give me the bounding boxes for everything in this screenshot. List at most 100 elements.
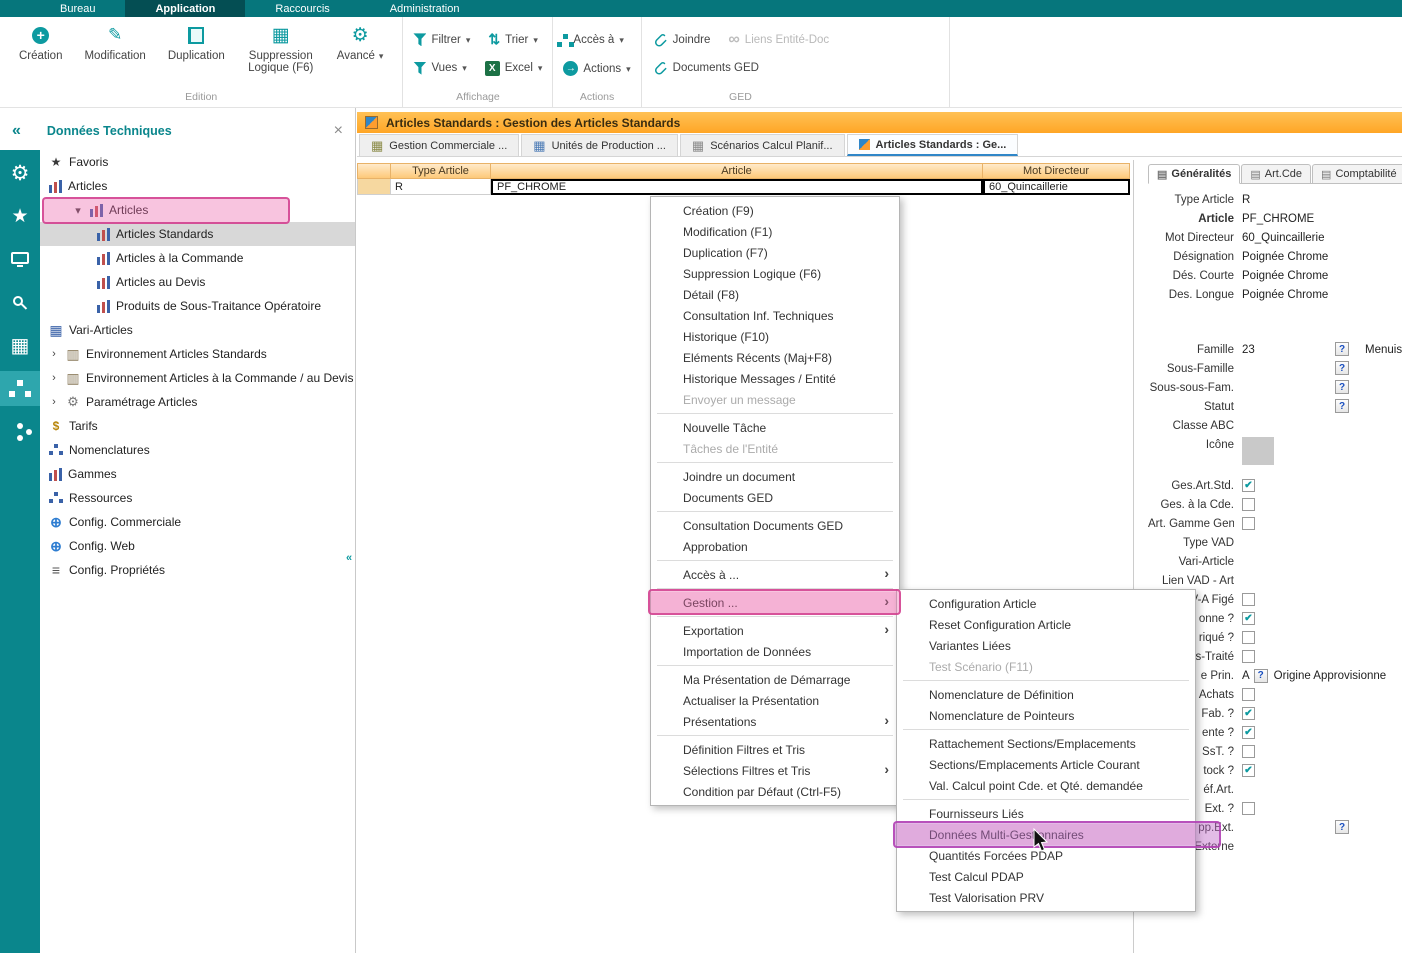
tree-item[interactable]: Vari-Articles: [40, 318, 355, 342]
row-selector-cell[interactable]: [357, 179, 391, 195]
menu-item[interactable]: Importation de Données: [651, 641, 899, 662]
rail-button[interactable]: [0, 199, 40, 234]
top-menu-tab[interactable]: Administration: [360, 0, 490, 17]
field-value[interactable]: Poignée Chrome: [1242, 251, 1328, 263]
duplication-button[interactable]: Duplication: [159, 19, 234, 88]
submenu-item[interactable]: Configuration Article: [897, 593, 1195, 614]
menu-item[interactable]: Eléments Récents (Maj+F8): [651, 347, 899, 368]
rail-button[interactable]: [0, 156, 40, 191]
cell-mot-directeur[interactable]: 60_Quincaillerie: [983, 179, 1130, 195]
field-value[interactable]: 23: [1242, 344, 1255, 356]
top-menu-tab[interactable]: Bureau: [30, 0, 125, 17]
cell-article[interactable]: PF_CHROME: [491, 179, 983, 195]
rail-button[interactable]: [0, 328, 40, 363]
modification-button[interactable]: Modification: [75, 19, 154, 88]
field-value[interactable]: A: [1242, 670, 1250, 682]
lookup-button[interactable]: ?: [1335, 361, 1349, 375]
tree-item-articles[interactable]: ▾ Articles: [40, 198, 355, 222]
menu-item[interactable]: Présentations: [651, 711, 899, 732]
submenu-item[interactable]: Nomenclature de Définition: [897, 684, 1195, 705]
tree-item[interactable]: Produits de Sous-Traitance Opératoire: [40, 294, 355, 318]
menu-item[interactable]: Exportation: [651, 620, 899, 641]
checkbox[interactable]: [1242, 631, 1255, 644]
suppression-logique-button[interactable]: Suppression Logique (F6): [238, 19, 324, 88]
menu-item[interactable]: Condition par Défaut (Ctrl-F5): [651, 781, 899, 802]
menu-item[interactable]: Détail (F8): [651, 284, 899, 305]
checkbox[interactable]: ✔: [1242, 726, 1255, 739]
submenu-item[interactable]: Variantes Liées: [897, 635, 1195, 656]
submenu-item[interactable]: Test Valorisation PRV: [897, 887, 1195, 908]
checkbox[interactable]: ✔: [1242, 612, 1255, 625]
column-header-type-article[interactable]: Type Article: [391, 163, 491, 179]
top-menu-tab[interactable]: Application: [125, 0, 245, 17]
menu-item[interactable]: Approbation: [651, 536, 899, 557]
menu-item[interactable]: Historique Messages / Entité: [651, 368, 899, 389]
lookup-button[interactable]: ?: [1254, 669, 1268, 683]
tree-item-articles-standards[interactable]: Articles Standards: [40, 222, 355, 246]
collapse-panel-icon[interactable]: [12, 122, 21, 140]
rail-button[interactable]: [0, 242, 40, 277]
submenu-item[interactable]: Test Calcul PDAP: [897, 866, 1195, 887]
vues-button[interactable]: Vues: [413, 62, 466, 75]
menu-item-gestion[interactable]: Gestion ...: [651, 592, 899, 613]
creation-button[interactable]: Création: [10, 19, 71, 88]
top-menu-tab[interactable]: Raccourcis: [245, 0, 359, 17]
properties-tab[interactable]: Art.Cde: [1241, 164, 1311, 183]
menu-item[interactable]: Consultation Inf. Techniques: [651, 305, 899, 326]
expander-icon[interactable]: ›: [48, 372, 60, 384]
submenu-item[interactable]: Fournisseurs Liés: [897, 803, 1195, 824]
excel-button[interactable]: X Excel: [485, 61, 543, 76]
lookup-button[interactable]: ?: [1335, 380, 1349, 394]
checkbox[interactable]: [1242, 498, 1255, 511]
icon-box[interactable]: [1242, 437, 1274, 465]
menu-item[interactable]: Nouvelle Tâche: [651, 417, 899, 438]
menu-item-donnees-multi-gestionnaires[interactable]: Données Multi-Gestionnaires: [897, 824, 1195, 845]
checkbox[interactable]: ✔: [1242, 764, 1255, 777]
tree-item[interactable]: Config. Web: [40, 534, 355, 558]
lookup-button[interactable]: ?: [1335, 820, 1349, 834]
menu-item[interactable]: Création (F9): [651, 200, 899, 221]
close-panel-icon[interactable]: [334, 122, 343, 140]
tree-item[interactable]: Favoris: [40, 150, 355, 174]
menu-item[interactable]: Historique (F10): [651, 326, 899, 347]
checkbox[interactable]: ✔: [1242, 479, 1255, 492]
submenu-item[interactable]: Sections/Emplacements Article Courant: [897, 754, 1195, 775]
tree-item[interactable]: Gammes: [40, 462, 355, 486]
document-tab[interactable]: Unités de Production ...: [521, 134, 678, 156]
field-value[interactable]: 60_Quincaillerie: [1242, 232, 1324, 244]
tree-item[interactable]: Nomenclatures: [40, 438, 355, 462]
lookup-button[interactable]: ?: [1335, 399, 1349, 413]
filtrer-button[interactable]: Filtrer: [413, 33, 470, 46]
checkbox[interactable]: [1242, 688, 1255, 701]
checkbox[interactable]: [1242, 745, 1255, 758]
submenu-item[interactable]: Nomenclature de Pointeurs: [897, 705, 1195, 726]
tree-item[interactable]: Config. Propriétés: [40, 558, 355, 582]
checkbox[interactable]: ✔: [1242, 707, 1255, 720]
actions-button[interactable]: Actions: [563, 61, 630, 76]
field-value[interactable]: Poignée Chrome: [1242, 289, 1328, 301]
field-value[interactable]: R: [1242, 194, 1250, 206]
acces-a-button[interactable]: Accès à: [563, 31, 623, 49]
menu-item[interactable]: Suppression Logique (F6): [651, 263, 899, 284]
tree-item[interactable]: › Paramétrage Articles: [40, 390, 355, 414]
menu-item[interactable]: Modification (F1): [651, 221, 899, 242]
checkbox[interactable]: [1242, 650, 1255, 663]
document-tab[interactable]: Gestion Commerciale ...: [359, 134, 519, 156]
expander-icon[interactable]: ›: [48, 396, 60, 408]
submenu-item[interactable]: Rattachement Sections/Emplacements: [897, 733, 1195, 754]
submenu-item[interactable]: Val. Calcul point Cde. et Qté. demandée: [897, 775, 1195, 796]
column-header-mot-directeur[interactable]: Mot Directeur: [983, 163, 1130, 179]
properties-tab[interactable]: Généralités: [1148, 164, 1240, 184]
checkbox[interactable]: [1242, 593, 1255, 606]
column-header-article[interactable]: Article: [491, 163, 983, 179]
lookup-button[interactable]: ?: [1335, 342, 1349, 356]
menu-item[interactable]: Duplication (F7): [651, 242, 899, 263]
menu-item[interactable]: Documents GED: [651, 487, 899, 508]
menu-item[interactable]: Ma Présentation de Démarrage: [651, 669, 899, 690]
row-selector-header[interactable]: [357, 163, 391, 179]
trier-button[interactable]: Trier: [488, 31, 537, 48]
tree-item[interactable]: Articles: [40, 174, 355, 198]
tree-item[interactable]: Config. Commerciale: [40, 510, 355, 534]
rail-button[interactable]: [0, 285, 40, 320]
tree-item[interactable]: Ressources: [40, 486, 355, 510]
